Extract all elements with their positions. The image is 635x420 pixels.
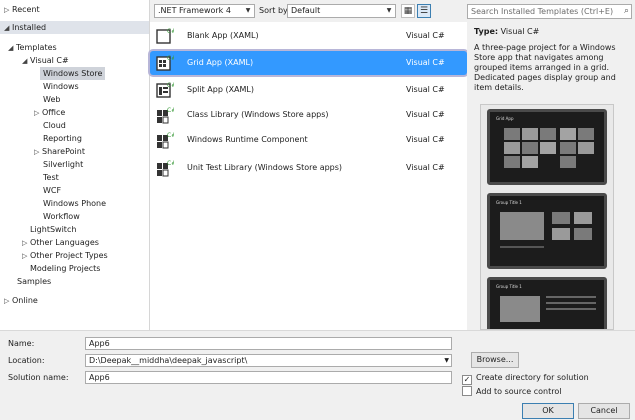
list-view-icon: ☰ [419,6,429,16]
search-icon[interactable]: ⌕ [624,5,629,18]
svg-text:C#: C# [167,160,174,167]
tree-item-templates[interactable]: ◢ Templates [8,41,57,54]
tree-item-workflow[interactable]: Workflow [43,210,80,223]
small-icons-view-button[interactable]: ▦ [401,4,415,18]
chevron-down-icon: ▼ [386,7,392,14]
framework-select[interactable]: .NET Framework 4 ▼ [154,4,255,18]
tree-item-online[interactable]: ▷ Online [4,294,38,307]
expand-arrow-icon[interactable]: ▷ [34,107,42,120]
unit-test-icon: C# [157,160,174,177]
tree-item-cloud[interactable]: Cloud [43,119,66,132]
template-item-blank-app[interactable]: C# Blank App (XAML) Visual C# [150,24,467,48]
template-preview: Grid App Group Title 1 Group Title 1 [480,104,614,330]
location-select[interactable]: D:\Deepak__middha\deepak_javascript\ ▼ [85,354,452,367]
tree-item-sharepoint[interactable]: ▷ SharePoint [34,145,85,158]
tree-item-samples[interactable]: Samples [17,275,51,288]
expand-arrow-icon[interactable]: ▷ [34,146,42,159]
tree-item-wcf[interactable]: WCF [43,184,61,197]
tree-item-windows-phone[interactable]: Windows Phone [43,197,106,210]
checkmark-icon[interactable]: ✓ [462,375,472,385]
project-form: Name: App6 Location: D:\Deepak__middha\d… [0,330,635,420]
preview-image-grid: Grid App [487,109,607,185]
template-item-windows-runtime-component[interactable]: C# Windows Runtime Component Visual C# [150,128,467,152]
name-label: Name: [8,339,35,348]
template-item-class-library[interactable]: C# Class Library (Windows Store apps) Vi… [150,103,467,127]
tree-item-office[interactable]: ▷ Office [34,106,65,119]
tree-item-web[interactable]: Web [43,93,60,106]
template-tree: ▷ Recent ◢ Installed ◢ Templates ◢ Visual C#… [0,0,150,330]
chevron-down-icon: ▼ [245,7,251,14]
template-toolbar: .NET Framework 4 ▼ Sort by: Default ▼ ▦ ☰ [150,0,467,22]
template-type: Type: Visual C# [474,27,540,36]
chevron-down-icon: ▼ [444,357,449,364]
template-item-split-app[interactable]: C# Split App (XAML) Visual C# [150,78,467,102]
search-input[interactable]: Search Installed Templates (Ctrl+E) ⌕ [467,4,632,19]
collapse-arrow-icon[interactable]: ◢ [22,55,30,68]
ok-button[interactable]: OK [522,403,574,419]
expand-arrow-icon[interactable]: ▷ [22,250,30,263]
blank-app-icon: C# [156,28,174,44]
sort-label: Sort by: [259,6,290,15]
preview-image-group: Group Title 1 [487,193,607,269]
template-item-unit-test-library[interactable]: C# Unit Test Library (Windows Store apps… [150,156,467,180]
create-directory-checkbox[interactable]: ✓ Create directory for solution [462,372,589,385]
location-label: Location: [8,356,45,365]
cancel-button[interactable]: Cancel [578,403,630,419]
expand-arrow-icon[interactable]: ▷ [4,295,12,308]
tree-item-lightswitch[interactable]: LightSwitch [30,223,76,236]
expand-arrow-icon[interactable]: ▷ [4,4,12,17]
grid-view-icon: ▦ [403,6,413,16]
name-input[interactable]: App6 [85,337,452,350]
svg-text:C#: C# [167,28,174,35]
svg-text:C#: C# [167,82,174,89]
list-view-button[interactable]: ☰ [417,4,431,18]
runtime-component-icon: C# [157,132,174,149]
tree-item-test[interactable]: Test [43,171,59,184]
preview-image-item: Group Title 1 [487,277,607,329]
tree-item-recent[interactable]: ▷ Recent [4,3,40,16]
tree-item-visual-csharp[interactable]: ◢ Visual C# [22,54,69,67]
tree-item-other-languages[interactable]: ▷ Other Languages [22,236,99,249]
class-library-icon: C# [157,107,174,124]
tree-item-silverlight[interactable]: Silverlight [43,158,83,171]
solution-name-input[interactable]: App6 [85,371,452,384]
collapse-arrow-icon[interactable]: ◢ [4,22,12,35]
svg-text:C#: C# [167,107,174,114]
sort-select[interactable]: Default ▼ [287,4,396,18]
svg-text:C#: C# [167,55,174,62]
collapse-arrow-icon[interactable]: ◢ [8,42,16,55]
tree-item-windows-store[interactable]: Windows Store [40,67,106,80]
tree-item-modeling-projects[interactable]: Modeling Projects [30,262,100,275]
template-list: C# Blank App (XAML) Visual C# C# Grid Ap… [150,22,467,330]
template-description: A three-page project for a Windows Store… [474,43,616,92]
tree-item-other-project-types[interactable]: ▷ Other Project Types [22,249,108,262]
svg-text:C#: C# [167,132,174,139]
solution-name-label: Solution name: [8,373,69,382]
browse-button[interactable]: Browse... [471,352,519,368]
grid-app-icon: C# [156,55,174,71]
tree-item-reporting[interactable]: Reporting [43,132,82,145]
split-app-icon: C# [156,82,174,98]
tree-item-windows[interactable]: Windows [43,80,79,93]
tree-item-installed[interactable]: ◢ Installed [0,21,149,35]
template-item-grid-app[interactable]: C# Grid App (XAML) Visual C# [150,51,467,75]
add-source-control-checkbox[interactable]: Add to source control [462,386,561,397]
